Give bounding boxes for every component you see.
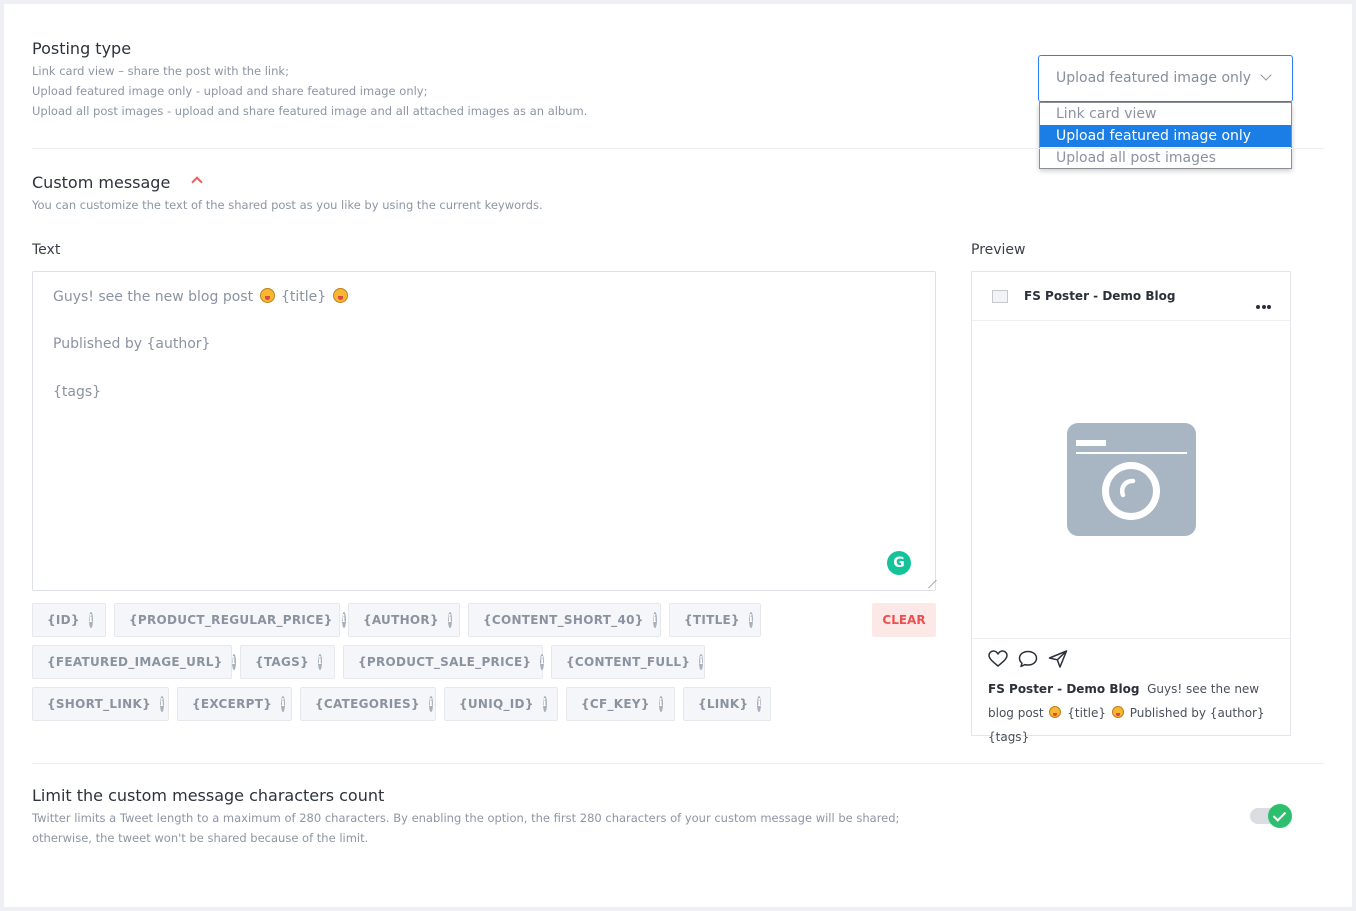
info-icon[interactable]: i — [317, 654, 323, 670]
resize-handle[interactable] — [921, 580, 937, 588]
tongue-emoji-icon — [259, 288, 275, 303]
posting-type-description: Link card view – share the post with the… — [32, 64, 588, 118]
info-icon[interactable]: i — [341, 612, 346, 628]
custom-message-title: Custom message — [32, 173, 171, 192]
info-icon[interactable]: i — [88, 612, 93, 628]
limit-characters-toggle[interactable] — [1250, 804, 1294, 828]
preview-account-name: FS Poster - Demo Blog — [1024, 289, 1176, 303]
info-icon[interactable]: i — [159, 696, 165, 712]
preview-label: Preview — [971, 242, 1026, 258]
info-icon[interactable]: i — [542, 696, 547, 712]
keyword-link[interactable]: {LINK} i — [683, 687, 771, 721]
custom-message-textarea[interactable]: Guys! see the new blog post {title} Publ… — [32, 271, 937, 591]
posting-type-dropdown: Link card view Upload featured image onl… — [1039, 102, 1292, 169]
keyword-content-full[interactable]: {CONTENT_FULL} i — [551, 645, 705, 679]
avatar — [992, 290, 1008, 303]
info-icon[interactable]: i — [757, 696, 762, 712]
text-line: Guys! see the new blog post {title} — [53, 288, 350, 305]
grammarly-icon[interactable]: G — [887, 551, 911, 575]
keyword-product-regular-price[interactable]: {PRODUCT_REGULAR_PRICE} i — [114, 603, 346, 637]
preview-caption: FS Poster - Demo Blog Guys! see the new … — [988, 682, 1265, 744]
more-icon[interactable] — [1256, 294, 1273, 313]
keyword-cf-key[interactable]: {CF_KEY} i — [566, 687, 675, 721]
heart-icon[interactable] — [988, 650, 1008, 668]
clear-button[interactable]: CLEAR — [872, 603, 936, 637]
keyword-product-sale-price[interactable]: {PRODUCT_SALE_PRICE} i — [343, 645, 545, 679]
option-link-card-view[interactable]: Link card view — [1040, 103, 1291, 125]
keyword-tags[interactable]: {TAGS} i — [240, 645, 335, 679]
custom-message-description: You can customize the text of the shared… — [32, 198, 543, 212]
tongue-emoji-icon — [1111, 706, 1124, 718]
tongue-emoji-icon — [1049, 706, 1062, 718]
preview-header: FS Poster - Demo Blog — [972, 272, 1290, 321]
option-upload-all-images[interactable]: Upload all post images — [1040, 147, 1291, 169]
send-icon[interactable] — [1048, 650, 1068, 668]
info-icon[interactable]: i — [699, 654, 704, 670]
text-label: Text — [32, 242, 61, 258]
divider — [32, 763, 1324, 764]
info-icon[interactable]: i — [652, 612, 657, 628]
keyword-id[interactable]: {ID} i — [32, 603, 106, 637]
info-icon[interactable]: i — [281, 696, 286, 712]
image-placeholder-icon — [1067, 423, 1196, 536]
keyword-content-short-40[interactable]: {CONTENT_SHORT_40} i — [468, 603, 661, 637]
posting-type-title: Posting type — [32, 39, 132, 58]
keyword-excerpt[interactable]: {EXCERPT} i — [177, 687, 292, 721]
info-icon[interactable]: i — [658, 696, 663, 712]
keyword-short-link[interactable]: {SHORT_LINK} i — [32, 687, 169, 721]
post-preview-card: FS Poster - Demo Blog FS Poster - Demo B… — [971, 271, 1291, 744]
info-icon[interactable]: i — [748, 612, 753, 628]
info-icon[interactable]: i — [231, 654, 236, 670]
keyword-categories[interactable]: {CATEGORIES} i — [300, 687, 436, 721]
limit-characters-description: Twitter limits a Tweet length to a maxim… — [32, 811, 900, 845]
keyword-title[interactable]: {TITLE} i — [669, 603, 761, 637]
text-line: {tags} — [53, 384, 102, 400]
comment-icon[interactable] — [1018, 650, 1038, 668]
info-icon[interactable]: i — [428, 696, 433, 712]
chevron-down-icon — [1260, 69, 1272, 81]
posting-type-select[interactable]: Upload featured image only — [1038, 55, 1293, 102]
info-icon[interactable]: i — [447, 612, 452, 628]
divider — [32, 148, 1324, 149]
posting-type-select-value: Upload featured image only — [1056, 70, 1252, 86]
preview-image — [972, 322, 1290, 639]
tongue-emoji-icon — [332, 288, 348, 303]
keyword-uniq-id[interactable]: {UNIQ_ID} i — [444, 687, 558, 721]
text-line: Published by {author} — [53, 336, 211, 352]
check-icon — [1268, 804, 1292, 828]
limit-characters-title: Limit the custom message characters coun… — [32, 786, 385, 805]
option-upload-featured-image[interactable]: Upload featured image only — [1040, 125, 1291, 147]
keyword-author[interactable]: {AUTHOR} i — [348, 603, 460, 637]
keyword-featured-image-url[interactable]: {FEATURED_IMAGE_URL} i — [32, 645, 236, 679]
